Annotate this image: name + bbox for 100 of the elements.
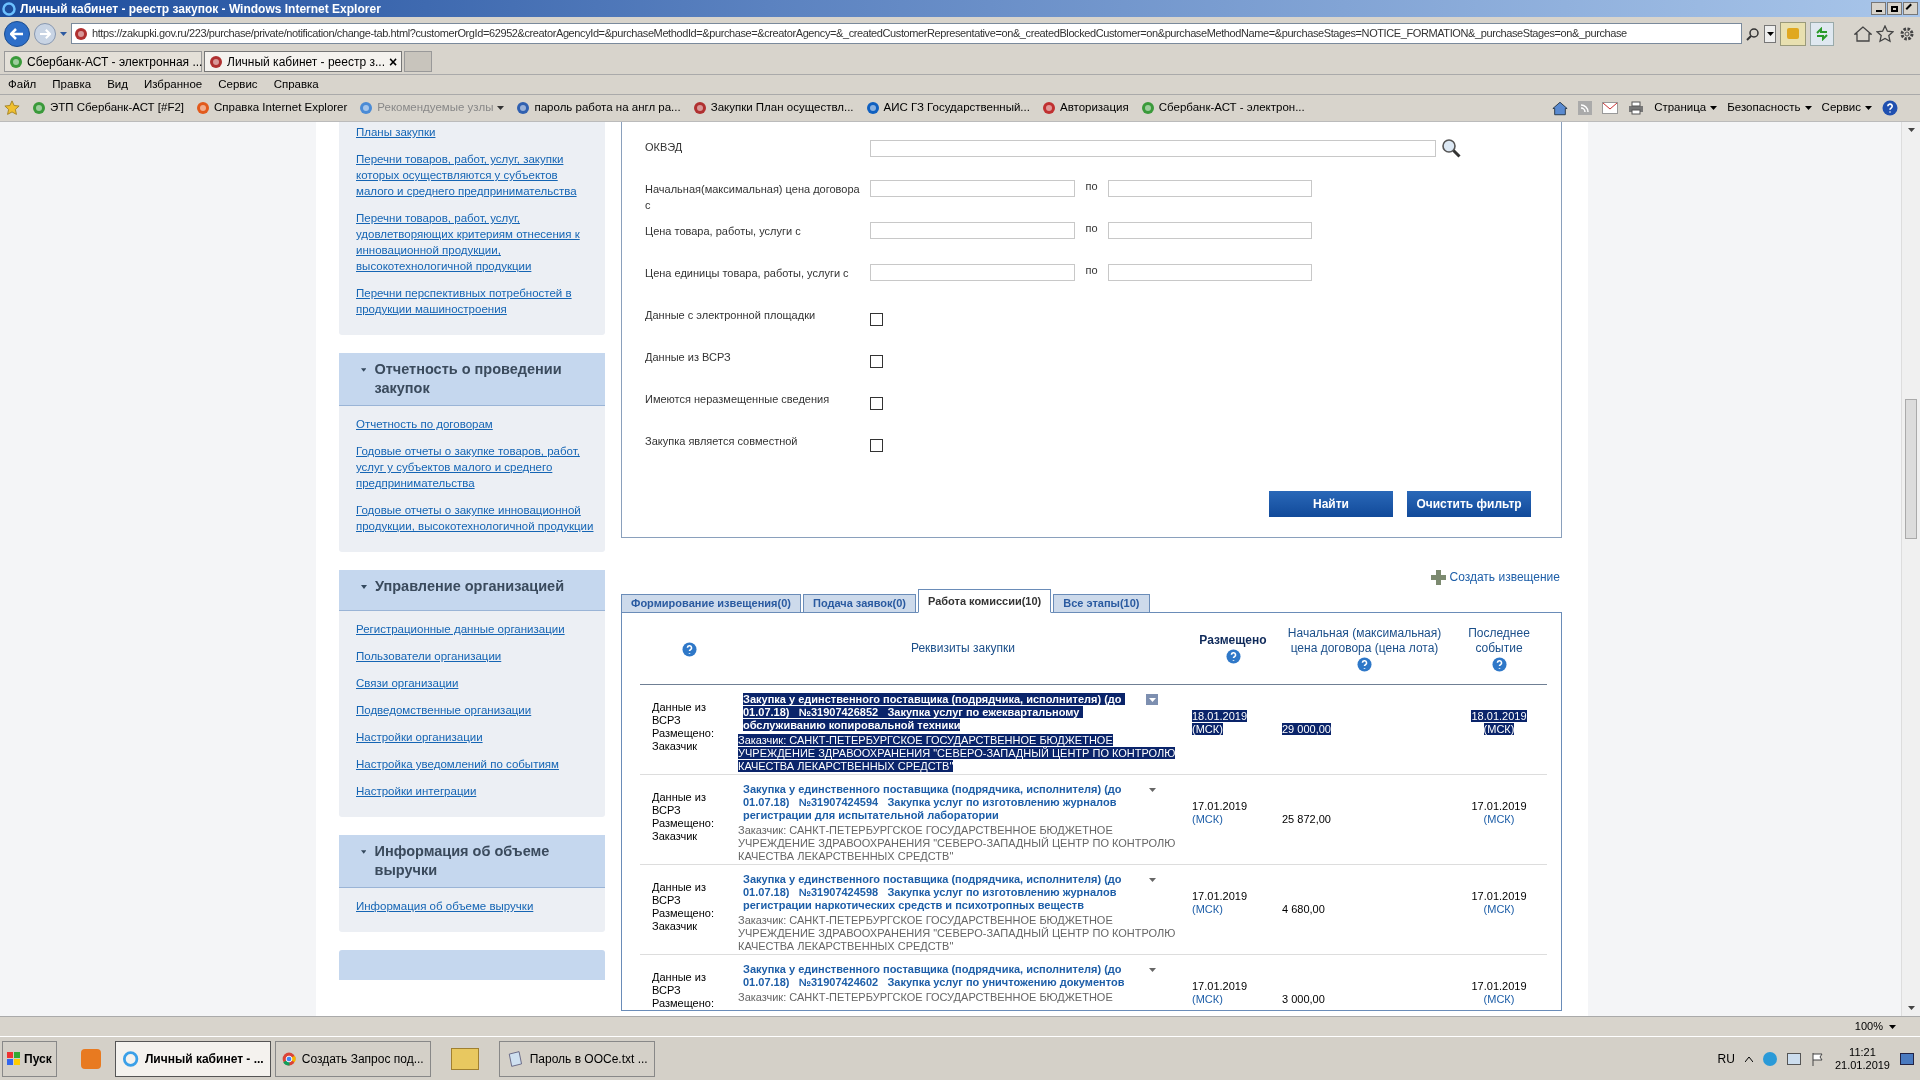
filter-button[interactable]: Найти	[1269, 491, 1393, 517]
favorites-link[interactable]: АИС ГЗ Государственный...	[883, 99, 1030, 117]
search-icon[interactable]	[1746, 26, 1760, 41]
sidebar-section-header[interactable]: Информация об объеме выручки	[339, 835, 605, 888]
sidebar-link[interactable]: Настройка уведомлений по событиям	[356, 756, 595, 772]
input-field[interactable]	[1108, 180, 1312, 197]
scrollbar-thumb[interactable]	[1905, 399, 1917, 539]
sidebar-link[interactable]: Годовые отчеты о закупке товаров, работ, услуг у субъектов малого и среднего предпринимательства	[356, 443, 595, 491]
sidebar-link[interactable]: Планы закупки	[356, 124, 595, 140]
help-icon[interactable]	[1882, 100, 1898, 116]
home-icon[interactable]	[1854, 25, 1872, 42]
create-notice-link[interactable]: Создать извещение	[1449, 568, 1560, 586]
favorites-link[interactable]: Сбербанк-АСТ - электрон...	[1158, 99, 1305, 117]
favorites-star-icon[interactable]	[4, 100, 20, 116]
sidebar-section-header[interactable]: Отчетность о проведении закупок	[339, 353, 605, 406]
timezone-text: (МСК)	[1192, 903, 1224, 916]
input-field[interactable]	[870, 222, 1075, 239]
sidebar-section-header[interactable]: Управление организацией	[339, 570, 605, 611]
sidebar-link[interactable]: Связи организации	[356, 675, 595, 691]
command-menu[interactable]: Безопасность	[1727, 99, 1801, 117]
sidebar-link[interactable]: Подведомственные организации	[356, 702, 595, 718]
sidebar-link[interactable]: Информация об объеме выручки	[356, 898, 595, 914]
search-icon[interactable]	[1440, 138, 1462, 158]
menu-item[interactable]: Избранное	[143, 75, 203, 94]
close-tab-button[interactable]: ×	[389, 54, 398, 69]
input-field[interactable]	[870, 180, 1075, 197]
menu-item[interactable]: Сервис	[218, 75, 258, 94]
minimize-icon[interactable]	[1871, 2, 1886, 15]
flag-icon[interactable]	[1810, 1051, 1825, 1066]
sidebar-link[interactable]: Регистрационные данные организации	[356, 621, 595, 637]
browser-tab[interactable]: Сбербанк-АСТ - электронная ...	[4, 51, 202, 72]
checkbox[interactable]	[870, 313, 883, 326]
sidebar-link[interactable]: Перечни товаров, работ, услуг, закупки которых осуществляются у субъектов малого и среднего предпринимательства	[356, 151, 595, 199]
help-icon[interactable]	[1357, 656, 1372, 672]
row-info-text: Заказчик	[652, 740, 699, 753]
favorites-link[interactable]: пароль работа на англ ра...	[534, 99, 681, 117]
vertical-scrollbar[interactable]	[1901, 122, 1920, 1016]
timezone-text: (МСК)	[1483, 813, 1515, 826]
stage-tab[interactable]: Подача заявок(0)	[802, 594, 916, 613]
caret-icon	[1148, 787, 1156, 792]
stage-tab[interactable]: Формирование извещения(0)	[621, 594, 801, 613]
dropdown-button[interactable]	[1764, 24, 1776, 43]
menu-item[interactable]: Файл	[8, 75, 37, 94]
language-indicator[interactable]: RU	[1717, 1049, 1735, 1068]
address-field[interactable]: https://zakupki.gov.ru/223/purchase/private/notification/change-tab.html?customerOrgId=62952&creatorAgencyId=&purchaseMethodId=&purchase=&creatorAgency=&_createdCustomerRepresentative=on&_createdBlockedCustomer=on&purchaseMethodName=&purchaseStages=NOTICE_FORMATION&_purchaseStages=on&_purchase	[71, 23, 1742, 44]
taskbar-button[interactable]: Пароль в OOCe.txt ...	[498, 1040, 655, 1077]
restore-icon[interactable]	[1887, 2, 1902, 15]
stage-tab[interactable]: Все этапы(10)	[1053, 594, 1150, 613]
sidebar-link[interactable]: Отчетность по договорам	[356, 416, 595, 432]
input-field[interactable]	[870, 264, 1075, 281]
input-field[interactable]	[870, 139, 1436, 157]
forward-button[interactable]	[34, 22, 56, 45]
sidebar-link[interactable]: Перечни товаров, работ, услуг, удовлетворяющих критериям отнесения к инновационной продукции, высокотехнологичной продукции	[356, 210, 595, 274]
sidebar-link[interactable]: Годовые отчеты о закупке инновационной продукции, высокотехнологичной продукции	[356, 502, 595, 534]
favorites-link[interactable]: Авторизация	[1059, 99, 1129, 117]
sidebar-link[interactable]: Настройки организации	[356, 729, 595, 745]
input-field[interactable]	[1108, 264, 1312, 281]
input-field[interactable]	[1108, 222, 1312, 239]
sidebar-link[interactable]: Настройки интеграции	[356, 783, 595, 799]
sidebar-link[interactable]: Пользователи организации	[356, 648, 595, 664]
checkbox[interactable]	[870, 397, 883, 410]
taskbar-button[interactable]: Создать Запрос под...	[274, 1040, 431, 1077]
chevron-up-icon[interactable]	[1744, 1055, 1753, 1062]
customer-text: Заказчик: САНКТ-ПЕТЕРБУРГСКОЕ ГОСУДАРСТВЕННОЕ БЮДЖЕТНОЕ УЧРЕЖДЕНИЕ ЗДРАВООХРАНЕНИЯ "СЕВЕРО-ЗАПАДНЫЙ ЦЕНТР ПО КОНТРОЛЮ КАЧЕСТВА ЛЕКАРСТВЕННЫХ СРЕДСТВ"	[738, 914, 1177, 953]
mail-icon[interactable]	[1602, 102, 1619, 114]
sidebar-link[interactable]: Перечни перспективных потребностей в продукции машиностроения	[356, 285, 595, 317]
caret-icon	[1148, 967, 1156, 972]
browser-tab[interactable]: Личный кабинет - реестр з... ×	[204, 51, 402, 72]
command-menu[interactable]: Страница	[1654, 99, 1707, 117]
filter-button[interactable]: Очистить фильтр	[1407, 491, 1531, 517]
menu-item[interactable]: Правка	[52, 75, 92, 94]
menu-item[interactable]: Вид	[107, 75, 128, 94]
zoom-level[interactable]: 100%	[1854, 1018, 1883, 1035]
checkbox[interactable]	[870, 355, 883, 368]
start-button[interactable]: Пуск	[2, 1040, 57, 1077]
feed-icon[interactable]	[1578, 101, 1593, 115]
menu-item[interactable]: Справка	[273, 75, 319, 94]
purchase-link[interactable]: Закупка у единственного поставщика (подрядчика, исполнителя) (до 01.07.18) №31907424602 Закупка услуг по уничтожению документов	[738, 963, 1140, 989]
show-desktop-button[interactable]	[1900, 1052, 1914, 1065]
command-menu[interactable]: Сервис	[1821, 99, 1861, 117]
help-icon[interactable]	[681, 641, 697, 657]
back-button[interactable]	[4, 20, 30, 47]
taskbar-button[interactable]: Личный кабинет - ...	[114, 1040, 271, 1077]
printer-icon[interactable]	[1628, 101, 1645, 115]
caret-icon	[1865, 106, 1872, 110]
home-icon[interactable]	[1552, 100, 1569, 116]
caret-icon	[1148, 877, 1156, 882]
star-icon[interactable]	[1876, 24, 1894, 43]
row-info-text: ВСРЗ	[652, 984, 682, 997]
checkbox[interactable]	[870, 439, 883, 452]
row-info-text: Размещено:	[652, 727, 715, 740]
purchase-link[interactable]: Закупка у единственного поставщика (подрядчика, исполнителя) (до 01.07.18) №31907424598 Закупка услуг по изготовлению журналов регистрации наркотических средств и психотропных веществ	[738, 873, 1140, 912]
favorites-link[interactable]: Закупки План осуществл...	[710, 99, 854, 117]
help-icon[interactable]	[1225, 649, 1241, 664]
favorites-link[interactable]: Справка Internet Explorer	[214, 99, 348, 117]
refresh-icon[interactable]	[1810, 21, 1834, 46]
purchase-link[interactable]: Закупка у единственного поставщика (подрядчика, исполнителя) (до 01.07.18) №31907424594 Закупка услуг по изготовлению журналов регистрации для испытательной лаборатории	[738, 783, 1140, 822]
help-icon[interactable]	[1491, 656, 1507, 672]
favorites-link[interactable]: ЭТП Сбербанк-АСТ [#F2]	[50, 99, 184, 117]
stage-tab[interactable]: Работа комиссии(10)	[918, 589, 1052, 613]
